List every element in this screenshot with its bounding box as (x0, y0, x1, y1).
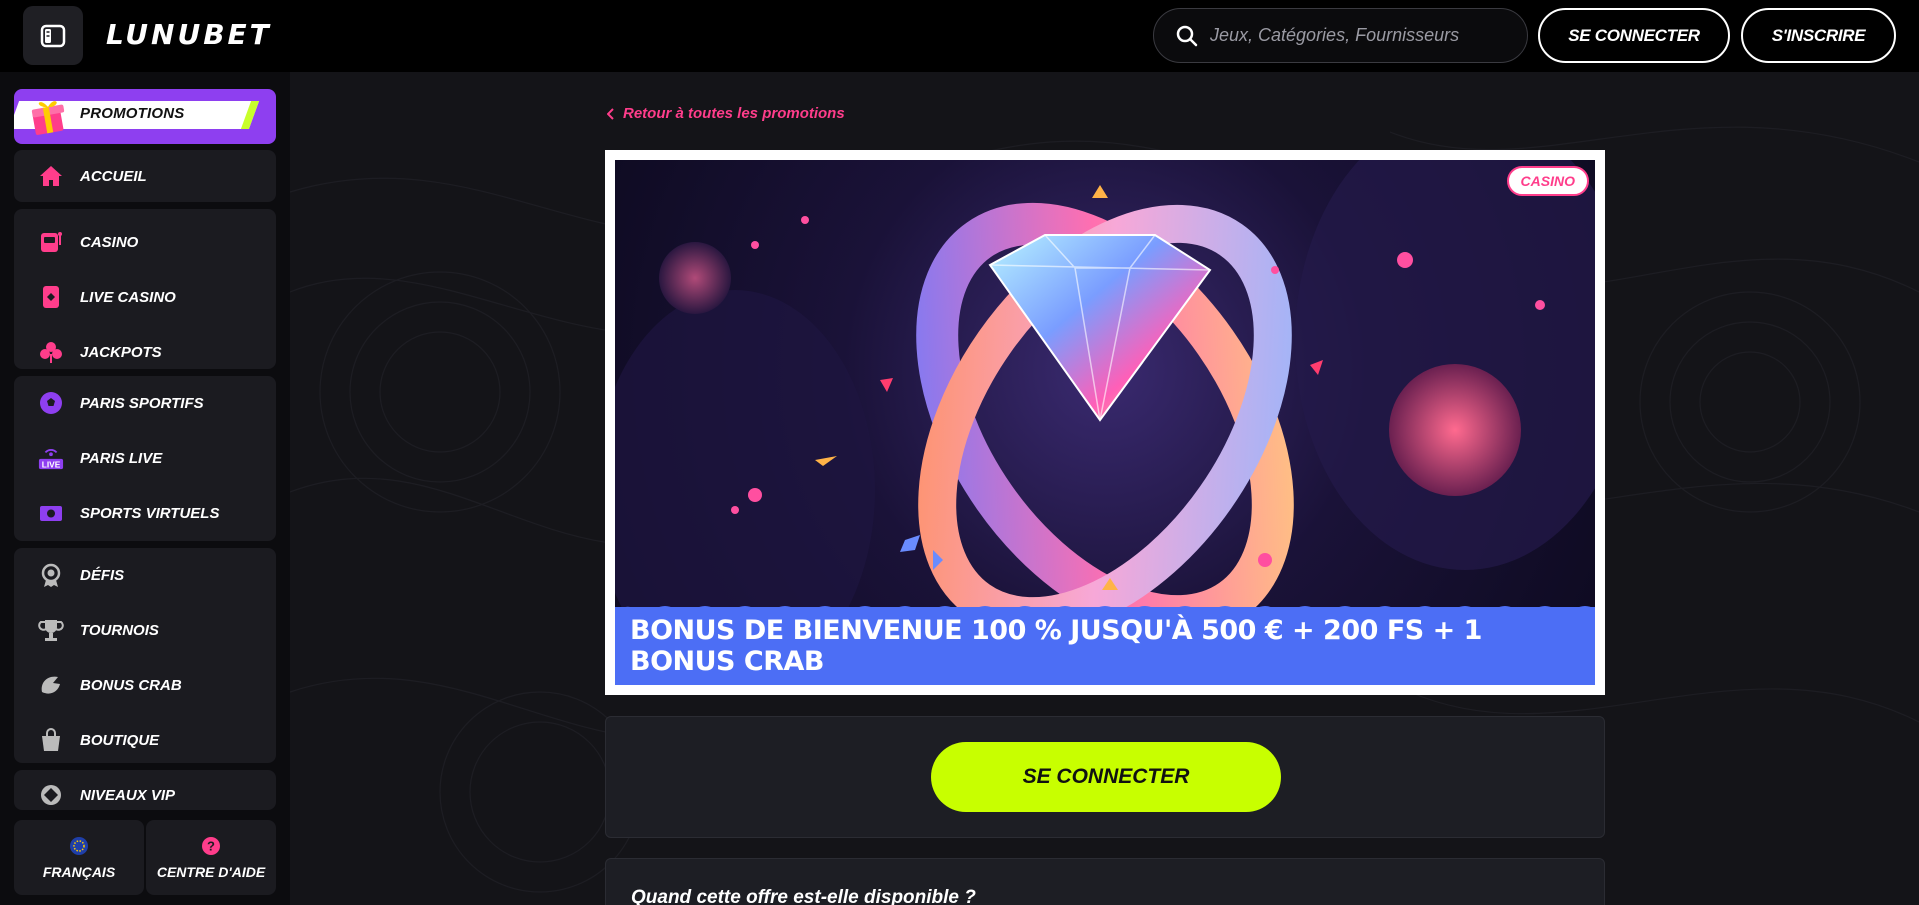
shopping-bag-icon (38, 727, 64, 753)
faq-item[interactable]: Quand cette offre est-elle disponible ? (605, 858, 1605, 905)
sidebar-item-label: BONUS CRAB (80, 676, 182, 694)
sidebar-item-label: CASINO (80, 233, 139, 251)
site-logo[interactable]: LUNUBET (106, 18, 272, 51)
sidebar: PROMOTIONS ACCUEIL CASINO LIVE CASINO JA… (0, 72, 290, 905)
sidebar-item-label: JACKPOTS (80, 343, 162, 361)
sidebar-item-label: SPORTS VIRTUELS (80, 504, 220, 522)
eu-flag-icon (70, 836, 88, 855)
banner-caption: BONUS DE BIENVENUE 100 % JUSQU'À 500 € +… (615, 607, 1595, 685)
nav-group-casino: CASINO LIVE CASINO JACKPOTS (14, 209, 276, 369)
sidebar-item-label: BOUTIQUE (80, 731, 160, 749)
sidebar-item-label: NIVEAUX VIP (80, 786, 176, 804)
faq-title: Quand cette offre est-elle disponible ? (631, 887, 976, 905)
sidebar-item-label: LIVE CASINO (80, 288, 176, 306)
crab-claw-icon (38, 672, 64, 698)
sidebar-item-casino[interactable]: CASINO (14, 217, 276, 267)
nav-group-sports: PARIS SPORTIFS LIVE PARIS LIVE SPORTS VI… (14, 376, 276, 541)
svg-text:?: ? (207, 838, 215, 853)
card-icon (38, 284, 64, 310)
back-link[interactable]: Retour à toutes les promotions (607, 105, 845, 122)
main-content: Retour à toutes les promotions CASINO BO… (290, 72, 1919, 905)
help-icon: ? (202, 836, 220, 855)
sidebar-item-boutique[interactable]: BOUTIQUE (14, 715, 276, 765)
gift-icon (31, 101, 65, 135)
back-link-label: Retour à toutes les promotions (623, 105, 845, 122)
sidebar-item-label: PROMOTIONS (80, 105, 185, 122)
sidebar-item-accueil[interactable]: ACCUEIL (14, 151, 276, 201)
sidebar-item-label: TOURNOIS (80, 621, 159, 639)
slot-machine-icon (38, 229, 64, 255)
trophy-icon (38, 617, 64, 643)
language-selector[interactable]: FRANÇAIS (14, 820, 144, 895)
sidebar-item-bonus-crab[interactable]: BONUS CRAB (14, 660, 276, 710)
home-icon (38, 163, 64, 189)
sidebar-item-paris-sportifs[interactable]: PARIS SPORTIFS (14, 378, 276, 428)
sidebar-toggle-button[interactable] (23, 6, 83, 65)
sidebar-item-sports-virtuels[interactable]: SPORTS VIRTUELS (14, 488, 276, 538)
main-login-button[interactable]: SE CONNECTER (931, 742, 1281, 812)
signup-button[interactable]: S'INSCRIRE (1741, 8, 1896, 63)
vip-icon (38, 782, 64, 808)
top-bar: LUNUBET SE CONNECTER S'INSCRIRE (0, 0, 1919, 72)
category-badge: CASINO (1506, 166, 1589, 196)
banner-title: BONUS DE BIENVENUE 100 % JUSQU'À 500 € +… (630, 615, 1482, 677)
virtual-sports-icon (38, 500, 64, 526)
login-button[interactable]: SE CONNECTER (1538, 8, 1730, 63)
nav-group-home: ACCUEIL (14, 150, 276, 202)
sidebar-item-jackpots[interactable]: JACKPOTS (14, 327, 276, 377)
promo-banner: CASINO BONUS DE BIENVENUE 100 % JUSQU'À … (605, 150, 1605, 695)
sidebar-item-label: PARIS SPORTIFS (80, 394, 204, 412)
badge-icon (38, 562, 64, 588)
nav-group-extras: DÉFIS TOURNOIS BONUS CRAB BOUTIQUE (14, 548, 276, 763)
sidebar-item-label: ACCUEIL (80, 167, 147, 185)
login-panel: SE CONNECTER (605, 716, 1605, 838)
live-badge-text: LIVE (42, 459, 61, 469)
help-label: CENTRE D'AIDE (156, 863, 266, 880)
live-icon: LIVE (38, 445, 64, 471)
search-box[interactable] (1153, 8, 1528, 63)
sidebar-item-label: PARIS LIVE (80, 449, 163, 467)
promo-artwork: CASINO BONUS DE BIENVENUE 100 % JUSQU'À … (615, 160, 1595, 685)
search-icon (1176, 25, 1198, 46)
clover-icon (38, 339, 64, 365)
language-label: FRANÇAIS (42, 863, 116, 880)
sidebar-toggle-icon (40, 24, 66, 47)
chevron-left-icon (607, 107, 614, 120)
sidebar-item-live-casino[interactable]: LIVE CASINO (14, 272, 276, 322)
sidebar-item-defis[interactable]: DÉFIS (14, 550, 276, 600)
nav-group-vip: NIVEAUX VIP (14, 770, 276, 810)
sidebar-item-label: DÉFIS (80, 566, 125, 584)
sidebar-item-paris-live[interactable]: LIVE PARIS LIVE (14, 433, 276, 483)
sidebar-item-tournois[interactable]: TOURNOIS (14, 605, 276, 655)
search-input[interactable] (1210, 25, 1510, 46)
sidebar-item-niveaux-vip[interactable]: NIVEAUX VIP (14, 770, 276, 810)
soccer-ball-icon (38, 390, 64, 416)
sidebar-item-promotions[interactable]: PROMOTIONS (14, 89, 276, 144)
help-center-button[interactable]: ? CENTRE D'AIDE (146, 820, 276, 895)
